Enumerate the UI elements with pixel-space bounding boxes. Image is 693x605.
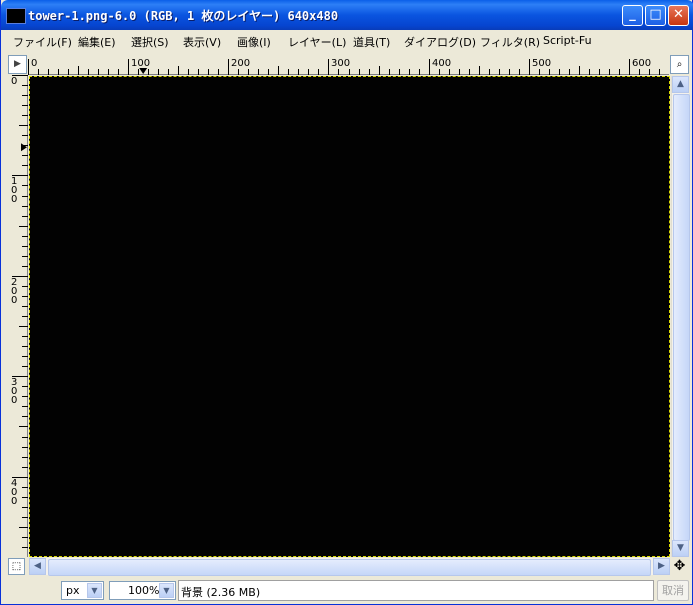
menu-select[interactable]: 選択(S) [131,34,169,50]
image-window: tower-1.png-6.0 (RGB, 1 枚のレイヤー) 640x480 … [0,0,693,605]
menu-view[interactable]: 表示(V) [183,34,221,50]
unit-value: px [66,584,80,597]
title-bar[interactable]: tower-1.png-6.0 (RGB, 1 枚のレイヤー) 640x480 … [1,0,693,30]
horizontal-scroll-thumb[interactable] [48,559,651,576]
ruler-label: 600 [632,58,651,69]
ruler-label: 300 [331,58,350,69]
image-canvas[interactable] [29,76,670,557]
ruler-label: 200 [231,58,250,69]
menu-layer[interactable]: レイヤー(L) [288,34,346,50]
horizontal-scrollbar[interactable]: ◀ ▶ [29,558,670,576]
ruler-pointer-y [21,143,27,152]
vertical-scrollbar[interactable]: ▲ ▼ [671,76,690,557]
ruler-label: 0 [11,76,17,87]
ruler-label: 200 [11,277,17,306]
ruler-pointer-x [139,68,148,74]
menu-dialogs[interactable]: ダイアログ(D) [404,34,476,50]
ruler-label: 400 [432,58,451,69]
zoom-value: 100% [128,584,160,597]
scroll-right-arrow[interactable]: ▶ [653,558,670,575]
scroll-down-arrow[interactable]: ▼ [672,540,689,557]
ruler-label: 100 [131,58,150,69]
vertical-ruler[interactable]: 0 1 0 0 2 0 0 3 0 0 4 0 0 [8,75,28,557]
ruler-label: 100 [11,176,17,205]
scroll-left-arrow[interactable]: ◀ [29,558,46,575]
close-button[interactable]: ✕ [668,5,689,26]
magnify-icon: ⌕ [676,59,683,70]
menu-file[interactable]: ファイル(F) [13,34,72,50]
unit-selector[interactable]: px ▼ [61,581,104,600]
minimize-button[interactable]: _ [622,5,643,26]
zoom-navigation-button[interactable]: ⌕ [670,55,689,74]
menu-script-fu[interactable]: Script-Fu [543,34,592,47]
cancel-button[interactable]: 取消 [657,580,689,601]
chevron-down-icon[interactable]: ▼ [159,583,174,598]
menu-image[interactable]: 画像(I) [237,34,271,50]
quick-mask-toggle[interactable]: ⬚ [8,558,25,575]
horizontal-ruler[interactable]: 0 100 200 300 400 500 600 [28,55,669,75]
ruler-label: 500 [532,58,551,69]
ruler-label: 400 [11,478,17,507]
status-bar: px ▼ 100% ▼ 背景 (2.36 MB) 取消 [1,577,692,603]
image-menu-button[interactable]: ▶ [8,55,27,74]
status-text: 背景 (2.36 MB) [181,586,261,599]
triangle-right-icon: ▶ [14,59,21,69]
menu-edit[interactable]: 編集(E) [78,34,116,50]
move-arrows-icon: ✥ [673,558,686,574]
navigate-button[interactable]: ✥ [671,558,688,575]
ruler-label: 0 [31,58,37,69]
maximize-button[interactable]: □ [645,5,666,26]
chevron-down-icon[interactable]: ▼ [87,583,102,598]
menu-filters[interactable]: フィルタ(R) [480,34,540,50]
menu-bar: ファイル(F) 編集(E) 選択(S) 表示(V) 画像(I) レイヤー(L) … [4,30,690,52]
ruler-label: 300 [11,377,17,406]
gimp-image-icon[interactable] [6,8,26,24]
scroll-up-arrow[interactable]: ▲ [672,76,689,93]
window-title: tower-1.png-6.0 (RGB, 1 枚のレイヤー) 640x480 [28,9,339,23]
status-message: 背景 (2.36 MB) [178,580,654,601]
zoom-selector[interactable]: 100% ▼ [109,581,176,600]
menu-tools[interactable]: 道具(T) [353,34,390,50]
vertical-scroll-thumb[interactable] [673,94,690,541]
quick-mask-icon: ⬚ [11,561,22,572]
